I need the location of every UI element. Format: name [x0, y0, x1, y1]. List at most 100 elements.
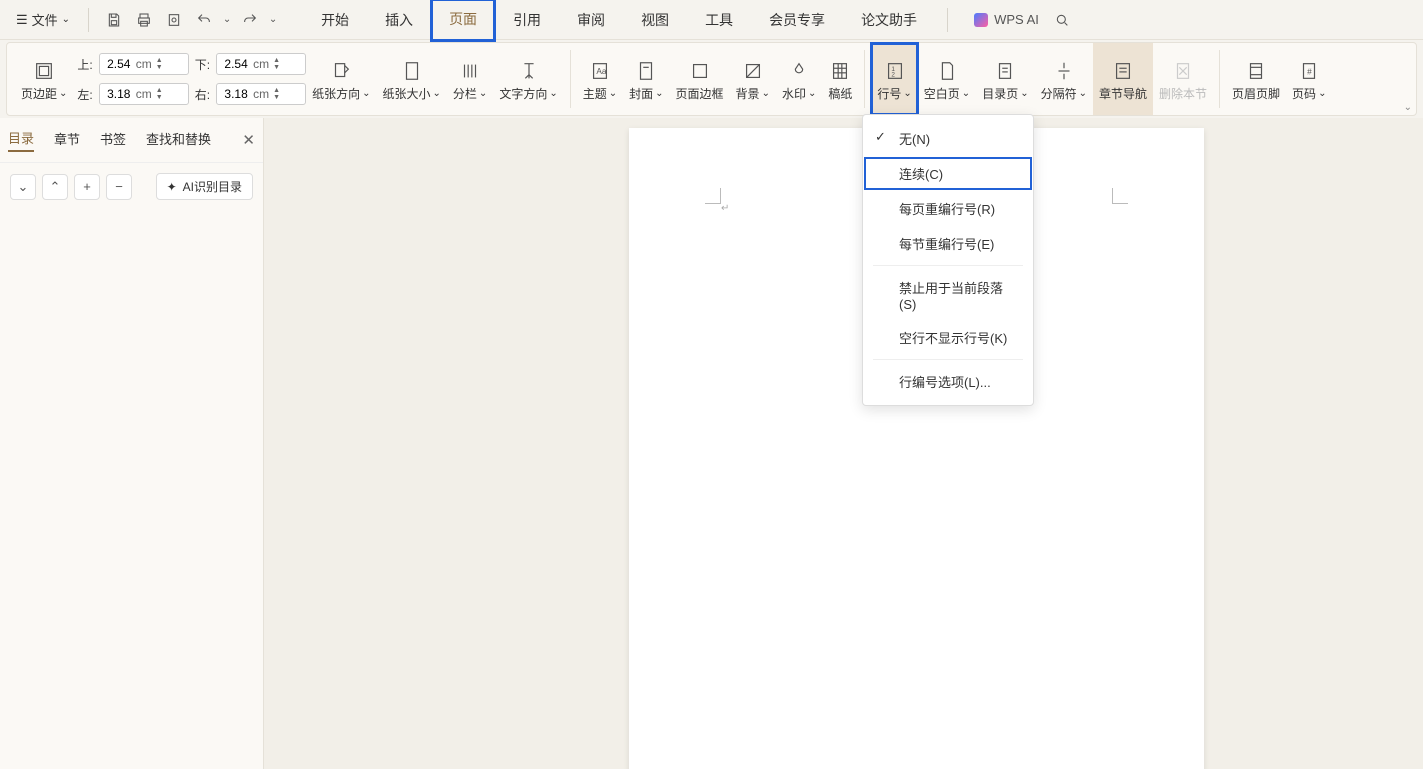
tab-member[interactable]: 会员专享 — [751, 0, 843, 40]
chapter-nav-icon — [1112, 57, 1134, 85]
margins-icon — [33, 57, 55, 85]
margin-right-input[interactable]: cm▲▼ — [216, 83, 306, 105]
save-icon[interactable] — [101, 7, 127, 33]
wps-ai-button[interactable]: WPS AI — [974, 12, 1039, 27]
collapse-button[interactable]: ⌄ — [10, 174, 36, 200]
menu-icon: ☰ — [16, 12, 28, 28]
delete-section-icon — [1172, 57, 1194, 85]
spin-up[interactable]: ▲ — [156, 87, 163, 94]
add-button[interactable]: + — [74, 174, 100, 200]
menu-item-continuous[interactable]: 连续(C) — [863, 156, 1033, 191]
ai-toc-label: AI识别目录 — [183, 178, 242, 195]
svg-text:Aa: Aa — [596, 66, 607, 75]
sidepanel-tab-find[interactable]: 查找和替换 — [146, 129, 211, 151]
theme-button[interactable]: Aa 主题⌄ — [577, 43, 623, 115]
margins-label: 页边距 — [21, 85, 57, 102]
redo-dropdown-icon[interactable]: ⌄ — [267, 7, 279, 33]
remove-button[interactable]: − — [106, 174, 132, 200]
header-footer-icon — [1245, 57, 1267, 85]
watermark-button[interactable]: 水印⌄ — [776, 43, 822, 115]
menu-item-restart-section[interactable]: 每节重编行号(E) — [863, 226, 1033, 261]
toc-icon — [994, 57, 1016, 85]
paper-orientation-button[interactable]: 纸张方向⌄ — [306, 43, 376, 115]
ribbon-page: 页边距⌄ 上: cm▲▼ 下: cm▲▼ 左: cm▲▼ 右: cm▲▼ 纸张方… — [6, 42, 1417, 116]
spin-up[interactable]: ▲ — [273, 57, 280, 64]
chapter-nav-button[interactable]: 章节导航 — [1093, 43, 1153, 115]
close-icon[interactable]: ✕ — [242, 131, 255, 149]
expand-button[interactable]: ⌃ — [42, 174, 68, 200]
spin-up[interactable]: ▲ — [273, 87, 280, 94]
tab-review[interactable]: 审阅 — [559, 0, 623, 40]
print-preview-icon[interactable] — [161, 7, 187, 33]
page-margins-button[interactable]: 页边距⌄ — [15, 43, 73, 115]
menu-item-suppress-para[interactable]: 禁止用于当前段落(S) — [863, 270, 1033, 320]
background-button[interactable]: 背景⌄ — [730, 43, 776, 115]
text-direction-icon — [518, 57, 540, 85]
page-border-button[interactable]: 页面边框 — [670, 43, 730, 115]
theme-icon: Aa — [589, 57, 611, 85]
margin-bottom-input[interactable]: cm▲▼ — [216, 53, 306, 75]
margin-top-input[interactable]: cm▲▼ — [99, 53, 189, 75]
tab-view[interactable]: 视图 — [623, 0, 687, 40]
spin-down[interactable]: ▼ — [273, 64, 280, 71]
paper-size-icon — [401, 57, 423, 85]
tab-start[interactable]: 开始 — [303, 0, 367, 40]
document-canvas[interactable]: ↵ — [264, 118, 1423, 769]
spin-down[interactable]: ▼ — [156, 94, 163, 101]
page-number-button[interactable]: # 页码⌄ — [1286, 43, 1332, 115]
spin-up[interactable]: ▲ — [156, 57, 163, 64]
paragraph-mark-icon: ↵ — [721, 203, 729, 214]
workspace: 目录 章节 书签 查找和替换 ✕ ⌄ ⌃ + − ✦ AI识别目录 ↵ — [0, 118, 1423, 769]
paper-size-button[interactable]: 纸张大小⌄ — [377, 43, 447, 115]
undo-dropdown-icon[interactable]: ⌄ — [221, 7, 233, 33]
tab-insert[interactable]: 插入 — [367, 0, 431, 40]
margin-left-input[interactable]: cm▲▼ — [99, 83, 189, 105]
columns-button[interactable]: 分栏⌄ — [447, 43, 493, 115]
tab-page[interactable]: 页面 — [431, 0, 495, 41]
svg-text:2: 2 — [891, 71, 895, 78]
sidepanel-toolbar: ⌄ ⌃ + − ✦ AI识别目录 — [0, 163, 263, 210]
wps-ai-icon — [974, 13, 988, 27]
wps-ai-label: WPS AI — [994, 12, 1039, 27]
menu-item-none[interactable]: 无(N) — [863, 121, 1033, 156]
separator-icon — [1053, 57, 1075, 85]
separator — [88, 8, 89, 32]
chevron-down-icon: ⌄ — [62, 14, 70, 25]
cover-button[interactable]: 封面⌄ — [623, 43, 669, 115]
main-tabs: 开始 插入 页面 引用 审阅 视图 工具 会员专享 论文助手 — [303, 0, 935, 41]
file-menu-label: 文件 — [32, 10, 58, 29]
menu-separator — [873, 359, 1023, 360]
blank-page-button[interactable]: 空白页⌄ — [918, 43, 976, 115]
ai-toc-button[interactable]: ✦ AI识别目录 — [156, 173, 253, 200]
sidepanel-tab-chapter[interactable]: 章节 — [54, 129, 80, 151]
orientation-icon — [330, 57, 352, 85]
spin-down[interactable]: ▼ — [156, 64, 163, 71]
separator-button[interactable]: 分隔符⌄ — [1035, 43, 1093, 115]
tab-reference[interactable]: 引用 — [495, 0, 559, 40]
toc-page-button[interactable]: 目录页⌄ — [976, 43, 1034, 115]
sidepanel-tab-bookmark[interactable]: 书签 — [100, 129, 126, 151]
dialog-launcher-icon[interactable]: ⌄ — [1404, 102, 1412, 113]
tab-thesis[interactable]: 论文助手 — [843, 0, 935, 40]
line-number-icon: 12 — [884, 57, 906, 85]
draft-paper-button[interactable]: 稿纸 — [822, 43, 858, 115]
file-menu[interactable]: ☰ 文件 ⌄ — [10, 6, 76, 33]
text-direction-button[interactable]: 文字方向⌄ — [493, 43, 563, 115]
spin-down[interactable]: ▼ — [273, 94, 280, 101]
cover-icon — [635, 57, 657, 85]
search-icon[interactable] — [1049, 7, 1075, 33]
header-footer-button[interactable]: 页眉页脚 — [1226, 43, 1286, 115]
sidepanel-tab-toc[interactable]: 目录 — [8, 128, 34, 152]
background-icon — [742, 57, 764, 85]
menu-item-blank-no-number[interactable]: 空行不显示行号(K) — [863, 320, 1033, 355]
undo-icon[interactable] — [191, 7, 217, 33]
redo-icon[interactable] — [237, 7, 263, 33]
border-icon — [689, 57, 711, 85]
menu-item-restart-page[interactable]: 每页重编行号(R) — [863, 191, 1033, 226]
line-numbers-menu: 无(N) 连续(C) 每页重编行号(R) 每节重编行号(E) 禁止用于当前段落(… — [862, 114, 1034, 406]
line-numbers-button[interactable]: 12 行号⌄ — [871, 43, 917, 115]
tab-tools[interactable]: 工具 — [687, 0, 751, 40]
menu-item-options[interactable]: 行编号选项(L)... — [863, 364, 1033, 399]
print-icon[interactable] — [131, 7, 157, 33]
margin-top-label: 上: — [77, 56, 92, 73]
